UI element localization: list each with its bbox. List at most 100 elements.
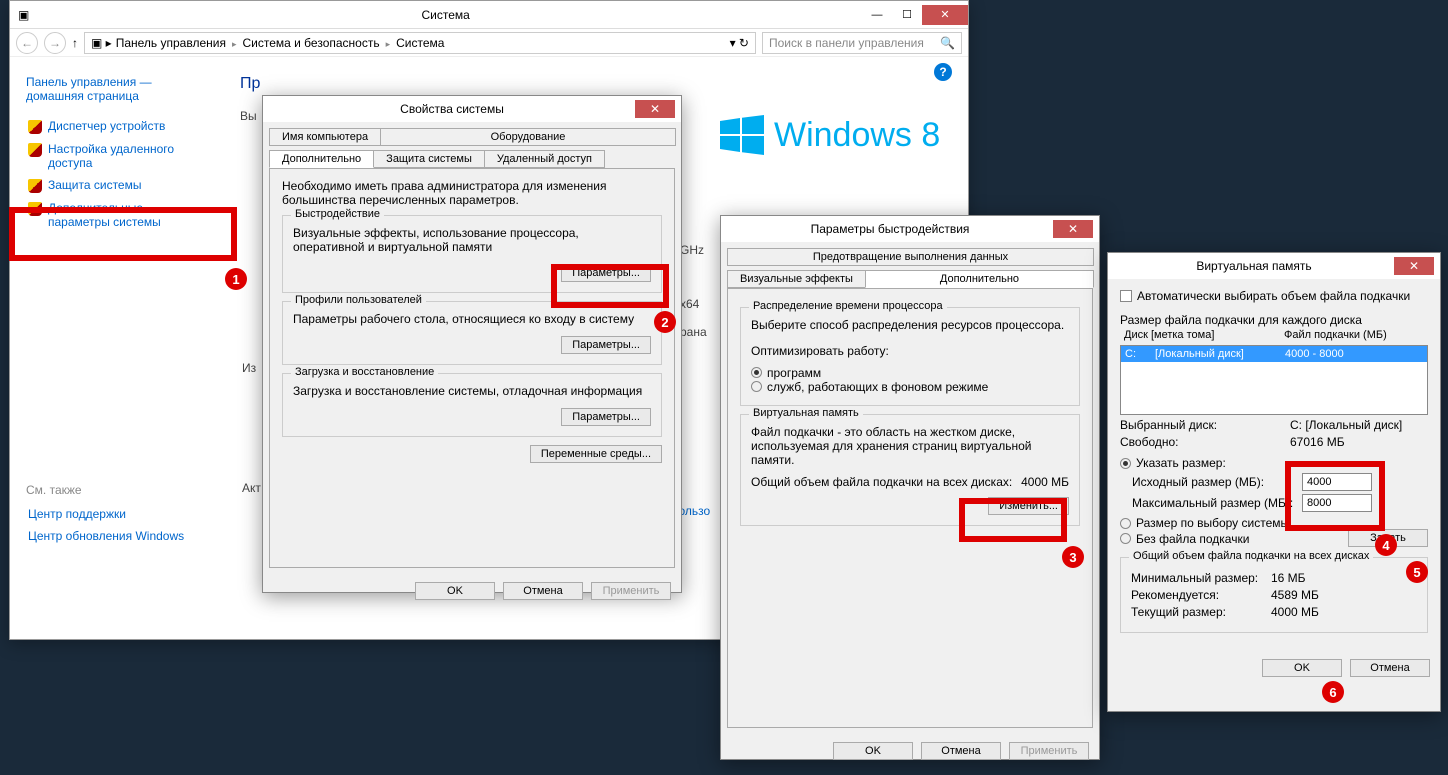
forward-button[interactable]: → — [44, 32, 66, 54]
step-badge-4: 4 — [1375, 534, 1397, 556]
group-desc: Визуальные эффекты, использование процес… — [293, 226, 651, 254]
initial-size-input[interactable] — [1302, 473, 1372, 491]
sidebar-item-label: Диспетчер устройств — [48, 119, 165, 133]
vm-total-value: 4000 МБ — [1021, 475, 1069, 489]
sel-drive-label: Выбранный диск: — [1120, 418, 1290, 432]
tab-remote[interactable]: Удаленный доступ — [484, 150, 605, 168]
group-performance: Быстродействие Визуальные эффекты, испол… — [282, 215, 662, 293]
max-size-input[interactable] — [1302, 494, 1372, 512]
step-badge-5: 5 — [1406, 561, 1428, 583]
cancel-button[interactable]: Отмена — [921, 742, 1001, 760]
perf-settings-button[interactable]: Параметры... — [561, 264, 651, 282]
sidebar-item-remote[interactable]: Настройка удаленного доступа — [26, 138, 210, 174]
apply-button[interactable]: Применить — [1009, 742, 1089, 760]
minimize-button[interactable]: — — [862, 5, 892, 25]
drive-row[interactable]: C: [Локальный диск] 4000 - 8000 — [1121, 346, 1427, 362]
ok-button[interactable]: OK — [415, 582, 495, 600]
perf-options-dialog: Параметры быстродействия ✕ Предотвращени… — [720, 215, 1100, 760]
dlg-titlebar: Свойства системы ✕ — [263, 96, 681, 122]
tab-advanced[interactable]: Дополнительно — [269, 150, 374, 168]
tab-hardware[interactable]: Оборудование — [380, 128, 676, 146]
dlg-titlebar: Виртуальная память ✕ — [1108, 253, 1440, 279]
bc-root[interactable]: Панель управления — [116, 36, 226, 50]
ok-button[interactable]: OK — [1262, 659, 1342, 677]
vm-total-label: Общий объем файла подкачки на всех диска… — [751, 475, 1012, 489]
tab-dep[interactable]: Предотвращение выполнения данных — [727, 248, 1094, 266]
radio-custom-size[interactable]: Указать размер: — [1120, 456, 1226, 470]
peek-akt: Акт — [242, 481, 261, 495]
init-size-label: Исходный размер (МБ): — [1132, 475, 1302, 489]
cancel-button[interactable]: Отмена — [1350, 659, 1430, 677]
optimize-label: Оптимизировать работу: — [751, 344, 1069, 358]
cancel-button[interactable]: Отмена — [503, 582, 583, 600]
dialog-close-button[interactable]: ✕ — [635, 100, 675, 118]
cur-value: 4000 МБ — [1271, 605, 1319, 619]
shield-icon — [28, 143, 42, 157]
ok-button[interactable]: OK — [833, 742, 913, 760]
step-badge-2: 2 — [654, 311, 676, 333]
group-all-drives: Общий объем файла подкачки на всех диска… — [1120, 557, 1428, 633]
search-icon: 🔍 — [940, 36, 955, 50]
step-badge-6: 6 — [1322, 681, 1344, 703]
apply-button[interactable]: Применить — [591, 582, 671, 600]
max-size-label: Максимальный размер (МБ): — [1132, 496, 1302, 510]
peek-iz: Из — [242, 361, 256, 375]
close-button[interactable]: ✕ — [922, 5, 968, 25]
cur-label: Текущий размер: — [1131, 605, 1271, 619]
sidebar-item-devmgr[interactable]: Диспетчер устройств — [26, 115, 210, 138]
rec-label: Рекомендуется: — [1131, 588, 1271, 602]
vm-change-button[interactable]: Изменить... — [988, 497, 1069, 515]
col-drive: Диск [метка тома] — [1124, 329, 1284, 341]
radio-sys-size[interactable]: Размер по выбору системы — [1120, 516, 1289, 530]
boot-settings-button[interactable]: Параметры... — [561, 408, 651, 426]
group-title: Виртуальная память — [749, 407, 863, 419]
tab-protection[interactable]: Защита системы — [373, 150, 485, 168]
env-vars-button[interactable]: Переменные среды... — [530, 445, 662, 463]
bc-2[interactable]: Система — [396, 36, 444, 50]
profile-settings-button[interactable]: Параметры... — [561, 336, 651, 354]
step-badge-3: 3 — [1062, 546, 1084, 568]
dialog-title: Виртуальная память — [1114, 259, 1394, 273]
radio-no-pf[interactable]: Без файла подкачки — [1120, 532, 1249, 546]
search-placeholder: Поиск в панели управления — [769, 36, 924, 50]
tab-visual[interactable]: Визуальные эффекты — [727, 270, 866, 288]
group-desc: Параметры рабочего стола, относящиеся ко… — [293, 312, 651, 326]
help-icon[interactable]: ? — [934, 63, 952, 81]
group-title: Распределение времени процессора — [749, 300, 947, 312]
dlg-titlebar: Параметры быстродействия ✕ — [721, 216, 1099, 242]
free-label: Свободно: — [1120, 435, 1290, 449]
sidebar-item-label: Дополнительные параметры системы — [48, 201, 208, 229]
see-also-support[interactable]: Центр поддержки — [26, 503, 210, 525]
shield-icon — [28, 120, 42, 134]
dialog-title: Свойства системы — [269, 102, 635, 116]
radio-services[interactable]: служб, работающих в фоновом режиме — [751, 380, 988, 394]
maximize-button[interactable]: ☐ — [892, 5, 922, 25]
sidebar-home-link[interactable]: Панель управления — домашняя страница — [26, 75, 210, 103]
dialog-close-button[interactable]: ✕ — [1394, 257, 1434, 275]
group-title: Быстродействие — [291, 208, 384, 220]
search-box[interactable]: Поиск в панели управления 🔍 — [762, 32, 962, 54]
dialog-close-button[interactable]: ✕ — [1053, 220, 1093, 238]
sidebar-item-advanced[interactable]: Дополнительные параметры системы — [26, 197, 210, 233]
window-title: Система — [29, 8, 862, 22]
admin-note: Необходимо иметь права администратора дл… — [282, 179, 662, 207]
virtual-memory-dialog: Виртуальная память ✕ Автоматически выбир… — [1107, 252, 1441, 712]
sidebar-item-protect[interactable]: Защита системы — [26, 174, 210, 197]
see-also-head: См. также — [26, 483, 210, 497]
bc-1[interactable]: Система и безопасность — [242, 36, 379, 50]
back-button[interactable]: ← — [16, 32, 38, 54]
auto-manage-checkbox[interactable]: Автоматически выбирать объем файла подка… — [1120, 289, 1410, 303]
group-title: Общий объем файла подкачки на всех диска… — [1129, 550, 1373, 562]
sidebar-item-label: Настройка удаленного доступа — [48, 142, 208, 170]
tab-advanced2[interactable]: Дополнительно — [865, 270, 1094, 288]
drive-list[interactable]: C: [Локальный диск] 4000 - 8000 — [1120, 345, 1428, 415]
up-icon[interactable]: ↑ — [72, 36, 78, 50]
sidebar: Панель управления — домашняя страница Ди… — [10, 57, 220, 639]
breadcrumb[interactable]: ▣ ▸ Панель управления Система и безопасн… — [84, 32, 756, 54]
tab-compname[interactable]: Имя компьютера — [269, 128, 381, 146]
see-also-wupdate[interactable]: Центр обновления Windows — [26, 525, 210, 547]
radio-programs[interactable]: программ — [751, 366, 821, 380]
group-title: Профили пользователей — [291, 294, 426, 306]
group-desc: Выберите способ распределения ресурсов п… — [751, 318, 1069, 332]
shield-icon — [28, 179, 42, 193]
